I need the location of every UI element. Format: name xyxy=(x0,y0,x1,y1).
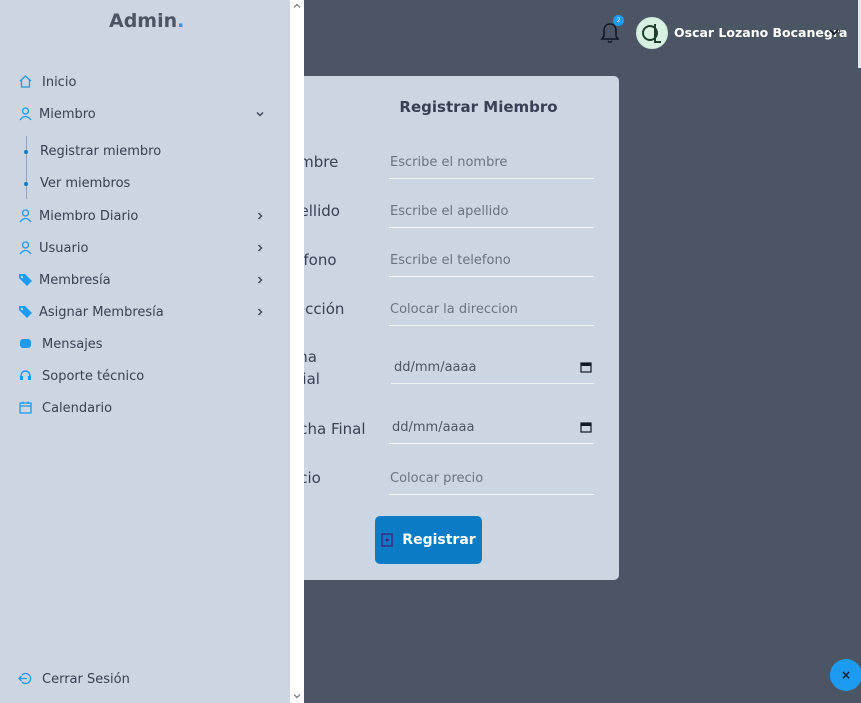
field-label: lefono xyxy=(304,251,337,269)
field-label: ecio xyxy=(304,469,321,487)
sidebar-item-mensajes[interactable]: Mensajes xyxy=(0,330,290,358)
tag-icon xyxy=(19,306,32,318)
save-icon xyxy=(381,533,394,547)
sidebar: Admin. Inicio Miembro Registrar miembro … xyxy=(0,0,290,703)
apellido-input[interactable]: Escribe el apellido xyxy=(389,200,594,228)
register-member-card: Registrar Miembro ombre Escribe el nombr… xyxy=(304,76,619,580)
direccion-input[interactable]: Colocar la direccion xyxy=(389,298,594,326)
fecha-final-input[interactable]: dd/mm/aaaa xyxy=(389,416,594,444)
sidebar-item-label: Asignar Membresía xyxy=(39,304,164,320)
logout-label: Cerrar Sesión xyxy=(42,671,130,687)
submenu-dot xyxy=(24,182,28,186)
sidebar-item-inicio[interactable]: Inicio xyxy=(0,68,290,96)
field-label: rección xyxy=(304,300,345,318)
tag-icon xyxy=(19,274,32,286)
chevron-right-icon xyxy=(258,308,263,316)
chevron-right-icon xyxy=(258,244,263,252)
close-button[interactable]: × xyxy=(830,659,861,691)
precio-input[interactable]: Colocar precio xyxy=(389,467,594,495)
form-title: Registrar Miembro xyxy=(399,98,558,116)
chat-icon xyxy=(20,339,31,348)
date-placeholder: dd/mm/aaaa xyxy=(392,420,475,435)
avatar[interactable] xyxy=(636,17,668,49)
sidebar-item-label: Usuario xyxy=(39,240,89,256)
sidebar-item-usuario[interactable]: Usuario xyxy=(0,234,290,262)
sidebar-item-label: Calendario xyxy=(42,400,113,416)
field-label: echa Final xyxy=(304,420,366,438)
logout-icon xyxy=(18,672,32,685)
scroll-down-icon[interactable] xyxy=(293,692,301,700)
chevron-right-icon xyxy=(258,276,263,284)
logout-button[interactable]: Cerrar Sesión xyxy=(0,665,290,693)
notification-badge: 2 xyxy=(613,15,624,26)
home-icon xyxy=(19,75,32,88)
sidebar-item-label: Soporte técnico xyxy=(42,368,145,384)
fecha-inicial-input[interactable]: dd/mm/aaaa xyxy=(391,356,594,384)
field-label: cha xyxy=(304,348,317,366)
telefono-input[interactable]: Escribe el telefono xyxy=(389,249,594,277)
brand-dot: . xyxy=(177,10,185,32)
register-button[interactable]: Registrar xyxy=(375,516,482,564)
sidebar-item-calendario[interactable]: Calendario xyxy=(0,394,290,422)
user-icon xyxy=(19,107,32,121)
sidebar-item-label: Mensajes xyxy=(42,336,103,352)
sidebar-item-membresia[interactable]: Membresía xyxy=(0,266,290,294)
submenu-item-ver-miembros[interactable]: Ver miembros xyxy=(40,176,130,191)
user-name[interactable]: Oscar Lozano Bocanegra xyxy=(674,25,847,40)
close-icon: × xyxy=(840,668,852,682)
sidebar-scrollbar[interactable] xyxy=(290,0,304,703)
chevron-down-icon[interactable] xyxy=(828,26,840,38)
field-label: icial xyxy=(304,370,320,388)
sidebar-item-soporte[interactable]: Soporte técnico xyxy=(0,362,290,390)
top-bar: 2 Oscar Lozano Bocanegra xyxy=(304,0,861,68)
register-button-label: Registrar xyxy=(402,532,476,548)
sidebar-item-miembro[interactable]: Miembro xyxy=(0,100,290,128)
submenu-line xyxy=(26,136,27,199)
field-label: ombre xyxy=(304,153,339,171)
chevron-right-icon xyxy=(258,212,263,220)
scroll-up-icon[interactable] xyxy=(293,2,301,10)
submenu-dot xyxy=(24,150,28,154)
user-icon xyxy=(19,241,32,255)
nombre-input[interactable]: Escribe el nombre xyxy=(389,151,594,179)
calendar-icon[interactable] xyxy=(580,361,592,373)
sidebar-item-miembro-diario[interactable]: Miembro Diario xyxy=(0,202,290,230)
brand-name: Admin xyxy=(109,10,178,32)
sidebar-item-label: Miembro Diario xyxy=(39,208,139,224)
brand-logo[interactable]: Admin. xyxy=(109,10,184,32)
chevron-down-icon xyxy=(256,112,264,117)
user-icon xyxy=(19,209,32,223)
date-placeholder: dd/mm/aaaa xyxy=(394,360,477,375)
sidebar-item-label: Miembro xyxy=(39,106,96,122)
calendar-icon xyxy=(19,401,32,414)
calendar-icon[interactable] xyxy=(580,421,592,433)
sidebar-item-label: Membresía xyxy=(39,272,111,288)
avatar-logo-icon xyxy=(642,24,661,43)
submenu-item-registrar-miembro[interactable]: Registrar miembro xyxy=(40,144,161,159)
sidebar-item-label: Inicio xyxy=(42,74,77,90)
sidebar-item-asignar-membresia[interactable]: Asignar Membresía xyxy=(0,298,290,326)
support-icon xyxy=(20,370,31,380)
field-label: pellido xyxy=(304,202,340,220)
